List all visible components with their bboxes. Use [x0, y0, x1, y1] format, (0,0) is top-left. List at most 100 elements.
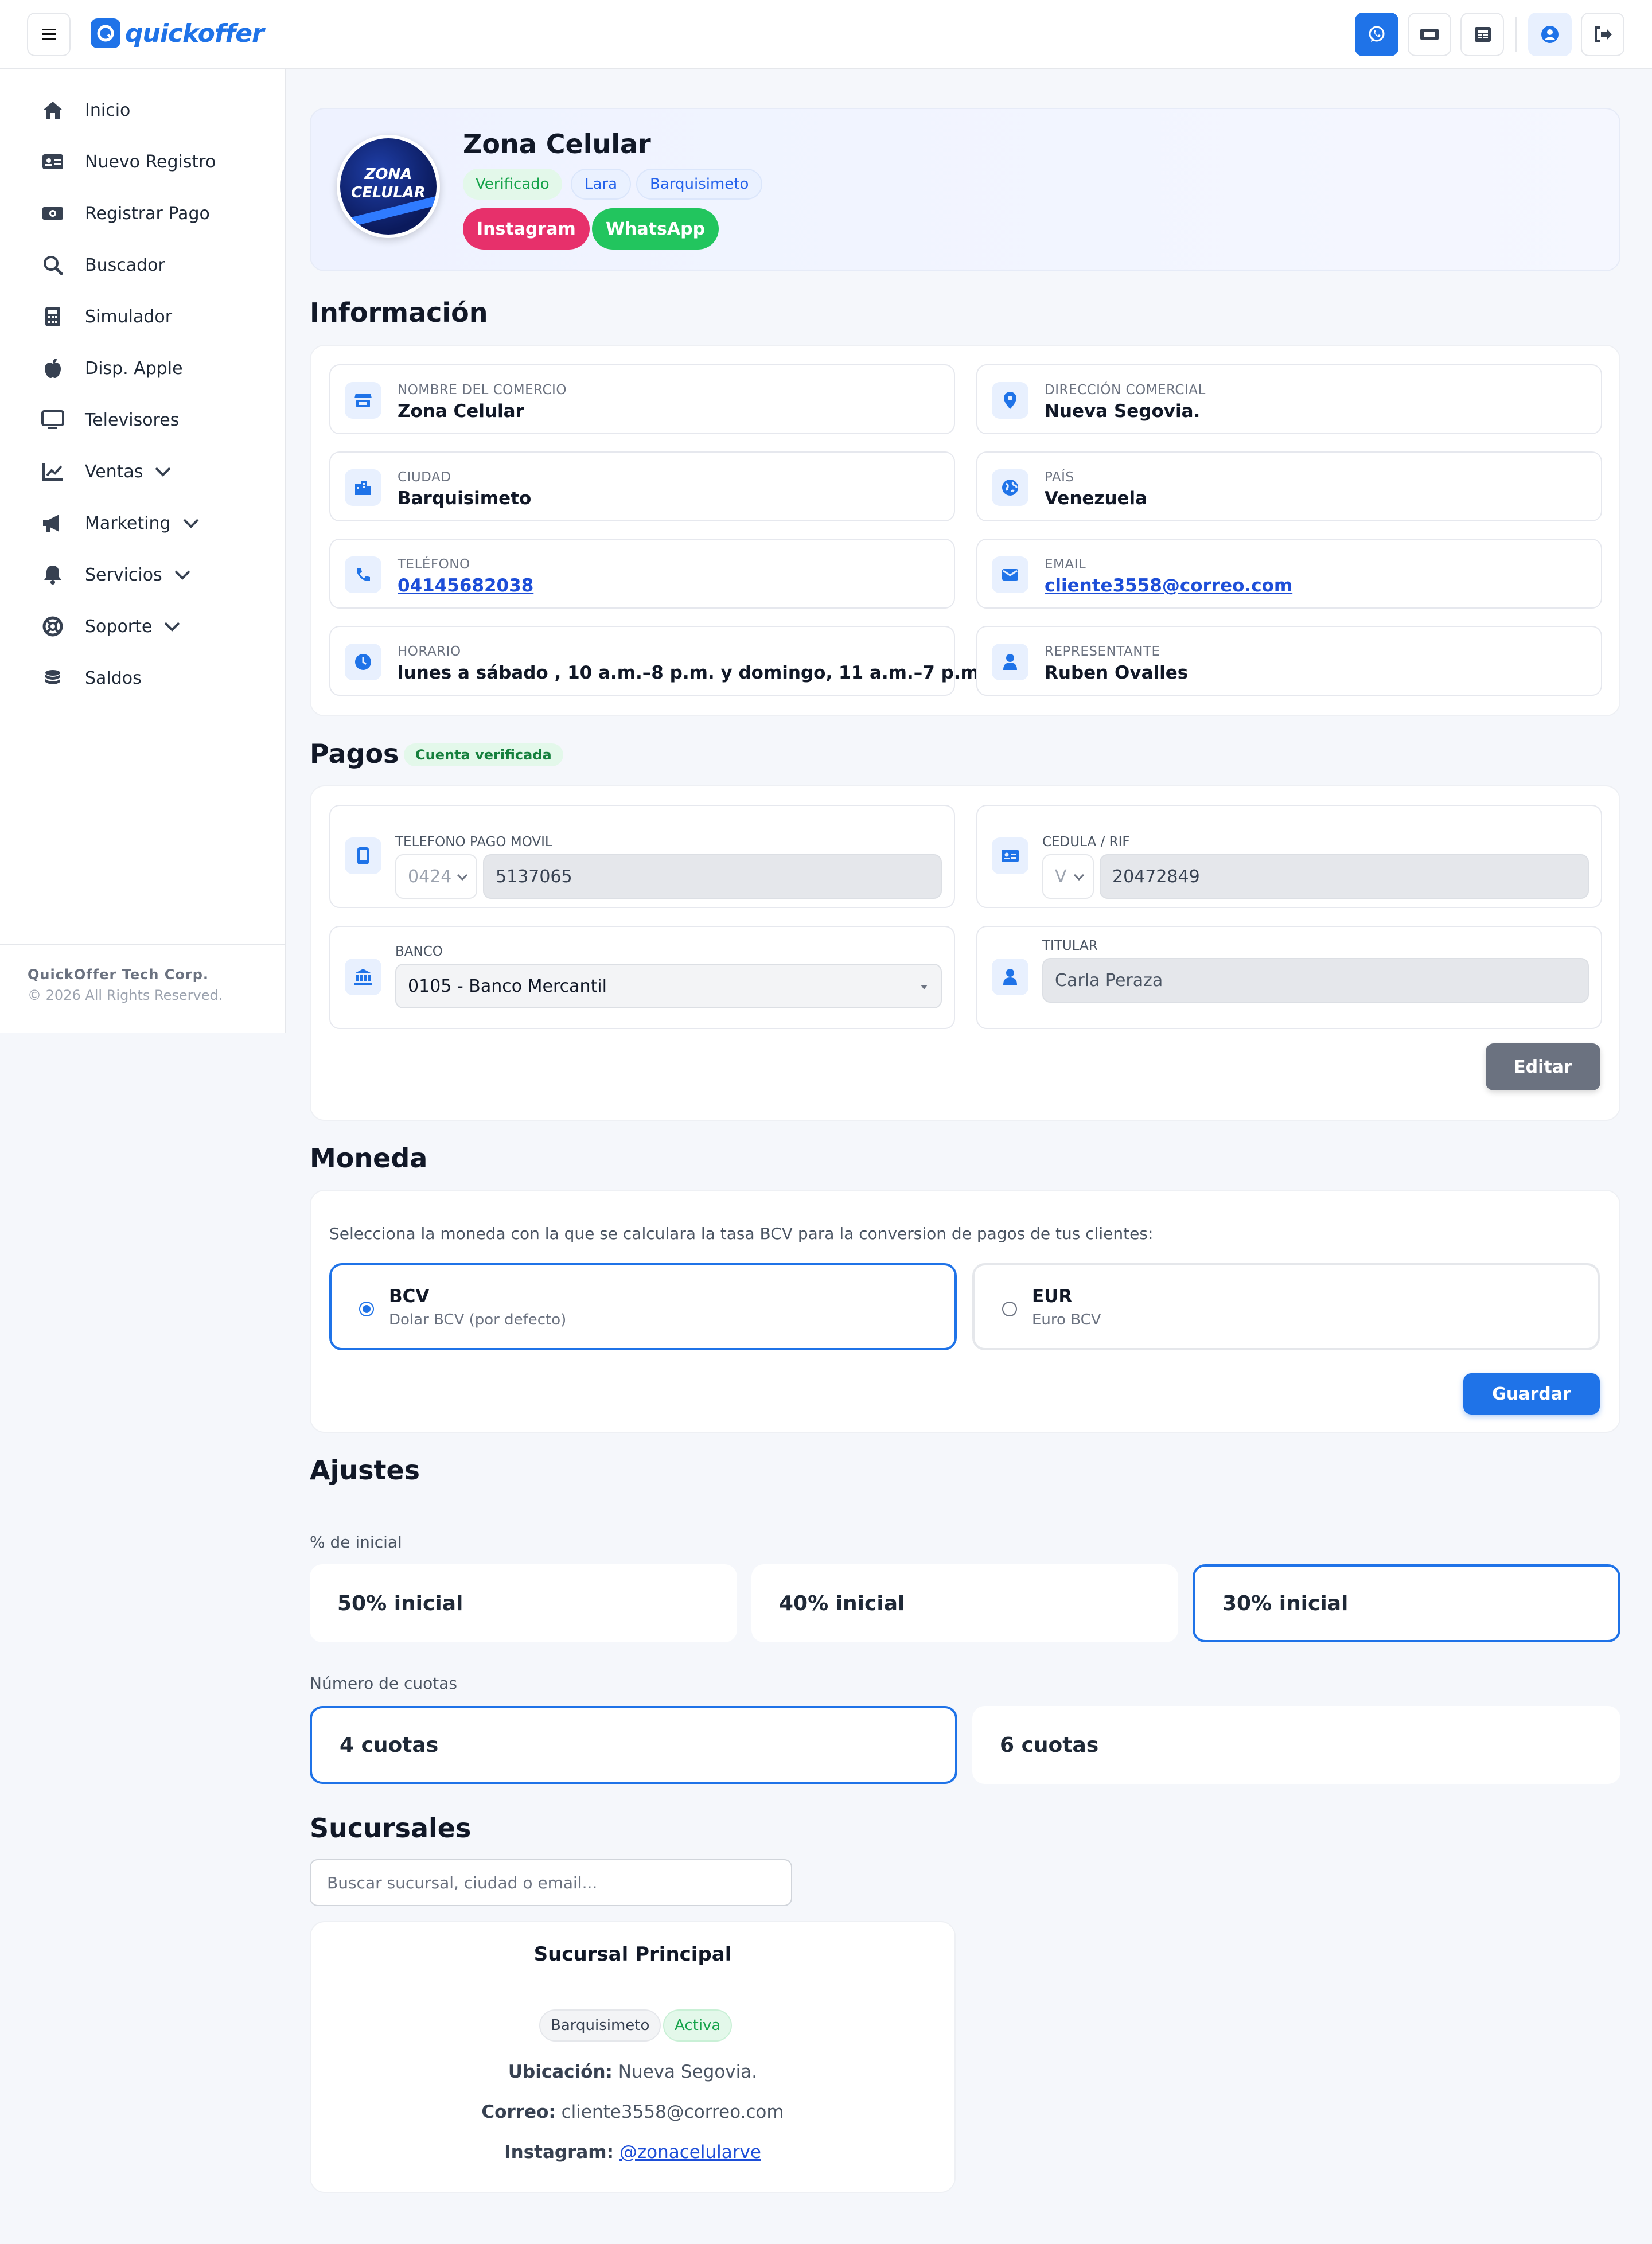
- branch-card[interactable]: Sucursal Principal Barquisimeto Activa U…: [310, 1921, 956, 2193]
- sidebar-item-label: Marketing: [85, 513, 171, 533]
- sidebar-item-registrar-pago[interactable]: Registrar Pago: [41, 196, 210, 231]
- info-field-horario: HORARIO lunes a sábado , 10 a.m.–8 p.m. …: [329, 626, 986, 696]
- info-field-representante: REPRESENTANTE Ruben Ovalles: [976, 626, 1602, 696]
- menu-toggle-button[interactable]: [27, 13, 71, 56]
- banco-field: BANCO 0105 - Banco Mercantil: [329, 926, 955, 1029]
- sidebar-item-label: Saldos: [85, 668, 142, 688]
- sidebar-item-label: Ventas: [85, 461, 143, 482]
- section-title-informacion: Información: [310, 297, 488, 328]
- inicial-option-40[interactable]: 40% inicial: [751, 1564, 1178, 1642]
- instagram-link[interactable]: @zonacelularve: [620, 2142, 761, 2163]
- news-button[interactable]: [1460, 13, 1504, 56]
- pago-movil-field: TELEFONO PAGO MOVIL 0424 5137065: [329, 805, 955, 908]
- logo-mark-icon: [91, 18, 120, 48]
- cuotas-option-4[interactable]: 4 cuotas: [310, 1706, 957, 1784]
- ticket-button[interactable]: [1408, 13, 1451, 56]
- currency-option-bcv[interactable]: BCV Dolar BCV (por defecto): [329, 1263, 957, 1350]
- brand-logo[interactable]: quickoffer: [91, 18, 264, 48]
- sidebar-item-saldos[interactable]: Saldos: [41, 661, 142, 695]
- branch-search-input[interactable]: Buscar sucursal, ciudad o email...: [310, 1859, 792, 1906]
- edit-button[interactable]: Editar: [1486, 1043, 1600, 1090]
- sidebar-item-soporte[interactable]: Soporte: [41, 609, 181, 644]
- field-value: Barquisimeto: [398, 488, 532, 509]
- sidebar-item-buscador[interactable]: Buscador: [41, 248, 165, 282]
- currency-option-eur[interactable]: EUR Euro BCV: [972, 1263, 1600, 1350]
- field-value: lunes a sábado , 10 a.m.–8 p.m. y doming…: [398, 663, 986, 683]
- envelope-icon: [992, 556, 1028, 593]
- whatsapp-button[interactable]: [1355, 13, 1398, 56]
- cedula-type-value: V: [1055, 866, 1067, 887]
- hamburger-icon: [42, 29, 56, 40]
- logout-button[interactable]: [1581, 13, 1624, 56]
- logout-icon: [1595, 26, 1612, 42]
- save-button[interactable]: Guardar: [1463, 1373, 1600, 1415]
- inicial-option-30[interactable]: 30% inicial: [1193, 1564, 1620, 1642]
- home-icon: [41, 99, 64, 122]
- city-badge: Barquisimeto: [636, 169, 763, 200]
- radio-selected[interactable]: [359, 1302, 374, 1316]
- sidebar-item-label: Registrar Pago: [85, 203, 210, 224]
- branch-instagram: Instagram: @zonacelularve: [311, 2142, 954, 2163]
- radio-unselected[interactable]: [1002, 1302, 1017, 1316]
- bank-select-value: 0105 - Banco Mercantil: [408, 976, 607, 996]
- branch-status-badge: Activa: [663, 2009, 733, 2042]
- field-label: TITULAR: [1042, 938, 1098, 953]
- branch-name: Sucursal Principal: [533, 1943, 732, 1966]
- user-circle-icon: [1541, 26, 1559, 43]
- phone-link[interactable]: 04145682038: [398, 575, 533, 596]
- sidebar-item-simulador[interactable]: Simulador: [41, 299, 172, 334]
- top-bar: quickoffer: [0, 0, 1652, 69]
- currency-desc: Dolar BCV (por defecto): [389, 1311, 567, 1329]
- store-logo: ZONA CELULAR: [337, 135, 440, 238]
- sidebar-footer: QuickOffer Tech Corp. © 2026 All Rights …: [0, 944, 285, 1025]
- calculator-icon: [41, 305, 64, 328]
- sidebar-item-disp-apple[interactable]: Disp. Apple: [41, 351, 183, 385]
- field-label: PAÍS: [1045, 470, 1074, 485]
- lifebuoy-icon: [41, 615, 64, 638]
- cedula-type-select[interactable]: V: [1042, 854, 1094, 899]
- sidebar-item-label: Buscador: [85, 255, 165, 275]
- store-icon: [345, 382, 381, 419]
- field-label: REPRESENTANTE: [1045, 644, 1160, 659]
- cedula-number-input[interactable]: 20472849: [1100, 854, 1589, 899]
- field-label: CIUDAD: [398, 470, 451, 485]
- field-label: TELEFONO PAGO MOVIL: [395, 835, 552, 850]
- email-link[interactable]: cliente3558@correo.com: [1045, 575, 1292, 596]
- currency-description: Selecciona la moneda con la que se calcu…: [329, 1224, 1154, 1243]
- chevron-down-icon: [174, 569, 191, 581]
- brand-name: quickoffer: [125, 18, 264, 48]
- cuotas-option-6[interactable]: 6 cuotas: [972, 1706, 1620, 1784]
- sidebar-item-nuevo-registro[interactable]: Nuevo Registro: [41, 145, 216, 179]
- sidebar-item-label: Nuevo Registro: [85, 151, 216, 172]
- titular-input[interactable]: Carla Peraza: [1042, 958, 1589, 1003]
- info-field-email: EMAIL cliente3558@correo.com: [976, 539, 1602, 609]
- chevron-down-icon: [182, 517, 200, 529]
- bank-select[interactable]: 0105 - Banco Mercantil: [395, 964, 942, 1008]
- sidebar-item-servicios[interactable]: Servicios: [41, 558, 191, 592]
- whatsapp-link-button[interactable]: WhatsApp: [592, 208, 719, 250]
- sidebar-item-televisores[interactable]: Televisores: [41, 403, 179, 437]
- field-value: Zona Celular: [398, 401, 524, 422]
- field-value: Nueva Segovia.: [1045, 401, 1201, 422]
- chevron-down-icon: [163, 621, 181, 632]
- inicial-option-50[interactable]: 50% inicial: [310, 1564, 737, 1642]
- instagram-button[interactable]: Instagram: [463, 208, 590, 250]
- info-field-nombre: NOMBRE DEL COMERCIO Zona Celular: [329, 364, 955, 434]
- sidebar-item-marketing[interactable]: Marketing: [41, 506, 200, 540]
- sidebar-item-ventas[interactable]: Ventas: [41, 454, 172, 489]
- profile-button[interactable]: [1528, 13, 1572, 56]
- megaphone-icon: [41, 512, 64, 535]
- field-label: TELÉFONO: [398, 557, 470, 572]
- branch-location: Ubicación: Nueva Segovia.: [311, 2062, 954, 2082]
- location-value: Nueva Segovia.: [618, 2062, 758, 2082]
- info-card: NOMBRE DEL COMERCIO Zona Celular DIRECCI…: [310, 345, 1620, 716]
- section-title-ajustes: Ajustes: [310, 1455, 420, 1486]
- field-label: EMAIL: [1045, 557, 1086, 572]
- section-title-pagos: Pagos: [310, 738, 399, 769]
- coins-icon: [41, 667, 64, 689]
- phone-number-input[interactable]: 5137065: [483, 854, 942, 899]
- phone-prefix-select[interactable]: 0424: [395, 854, 477, 899]
- sidebar-item-inicio[interactable]: Inicio: [41, 93, 130, 127]
- chevron-down-icon: [457, 874, 468, 881]
- person-icon: [992, 644, 1028, 680]
